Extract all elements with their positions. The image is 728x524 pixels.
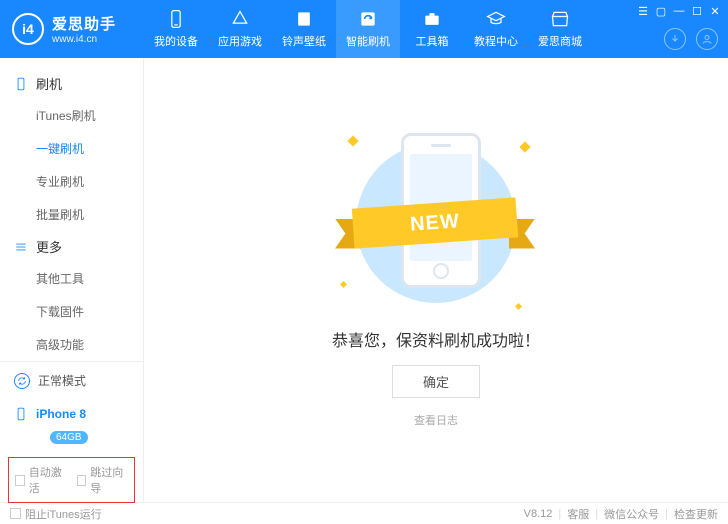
sidebar-item-oneclick[interactable]: 一键刷机 xyxy=(0,132,143,165)
nav-flash[interactable]: 智能刷机 xyxy=(336,0,400,58)
success-message: 恭喜您，保资料刷机成功啦！ xyxy=(332,327,540,351)
checkbox-icon xyxy=(77,475,87,486)
nav-device[interactable]: 我的设备 xyxy=(144,0,208,58)
success-illustration: NEW xyxy=(331,133,541,313)
version-label: V8.12 xyxy=(524,508,553,520)
checkbox-block-itunes[interactable]: 阻止iTunes运行 xyxy=(10,506,102,522)
sidebar-group-flash: 刷机 xyxy=(0,68,143,99)
logo-url: www.i4.cn xyxy=(52,34,116,45)
phone-icon xyxy=(14,77,28,91)
nav-ringtone[interactable]: 铃声壁纸 xyxy=(272,0,336,58)
nav-label: 教程中心 xyxy=(474,33,518,49)
sidebar-item-pro[interactable]: 专业刷机 xyxy=(0,165,143,198)
header-aux xyxy=(664,28,718,50)
main-panel: NEW 恭喜您，保资料刷机成功啦！ 确定 查看日志 xyxy=(144,58,728,502)
support-link[interactable]: 客服 xyxy=(567,506,589,522)
sidebar-item-firmware[interactable]: 下载固件 xyxy=(0,295,143,328)
minimize-icon[interactable]: — xyxy=(672,4,686,18)
logo-mark: i4 xyxy=(12,13,44,45)
skin-icon[interactable]: ▢ xyxy=(654,4,668,18)
device-name: iPhone 8 xyxy=(36,407,86,421)
nav-apps[interactable]: 应用游戏 xyxy=(208,0,272,58)
app-header: i4 爱思助手 www.i4.cn 我的设备 应用游戏 铃声壁纸 智能刷机 工具… xyxy=(0,0,728,58)
sidebar-item-itunes[interactable]: iTunes刷机 xyxy=(0,99,143,132)
device-row[interactable]: iPhone 8 xyxy=(0,399,143,429)
nav-toolbox[interactable]: 工具箱 xyxy=(400,0,464,58)
close-icon[interactable]: ✕ xyxy=(708,4,722,18)
menu-icon[interactable]: ☰ xyxy=(636,4,650,18)
download-icon[interactable] xyxy=(664,28,686,50)
sidebar-item-batch[interactable]: 批量刷机 xyxy=(0,198,143,231)
update-link[interactable]: 检查更新 xyxy=(674,506,718,522)
nav-label: 爱思商城 xyxy=(538,33,582,49)
nav-label: 铃声壁纸 xyxy=(282,33,326,49)
sidebar-group-more: 更多 xyxy=(0,231,143,262)
nav-label: 我的设备 xyxy=(154,33,198,49)
sidebar-item-tools[interactable]: 其他工具 xyxy=(0,262,143,295)
sidebar-item-advanced[interactable]: 高级功能 xyxy=(0,328,143,361)
nav-label: 应用游戏 xyxy=(218,33,262,49)
checkbox-icon xyxy=(15,475,25,486)
nav-label: 智能刷机 xyxy=(346,33,390,49)
toolbox-icon xyxy=(422,9,442,29)
status-bar: 阻止iTunes运行 V8.12 | 客服 | 微信公众号 | 检查更新 xyxy=(0,502,728,524)
highlighted-options: 自动激活 跳过向导 xyxy=(8,457,135,503)
maximize-icon[interactable]: ☐ xyxy=(690,4,704,18)
sidebar-group-title: 更多 xyxy=(36,237,62,256)
checkbox-auto-activate[interactable]: 自动激活 xyxy=(15,464,67,496)
device-mode-label: 正常模式 xyxy=(38,372,86,389)
sidebar: 刷机 iTunes刷机 一键刷机 专业刷机 批量刷机 更多 其他工具 下载固件 … xyxy=(0,58,144,502)
view-log-link[interactable]: 查看日志 xyxy=(414,412,458,428)
flash-icon xyxy=(358,9,378,29)
ribbon-text: NEW xyxy=(352,197,518,248)
apps-icon xyxy=(230,9,250,29)
wechat-link[interactable]: 微信公众号 xyxy=(604,506,659,522)
logo-name: 爱思助手 xyxy=(52,13,116,34)
device-mode-row[interactable]: 正常模式 xyxy=(0,361,143,399)
nav-tutorial[interactable]: 教程中心 xyxy=(464,0,528,58)
checkbox-icon xyxy=(10,508,21,519)
user-icon[interactable] xyxy=(696,28,718,50)
tutorial-icon xyxy=(486,9,506,29)
ok-button[interactable]: 确定 xyxy=(392,365,480,398)
more-icon xyxy=(14,240,28,254)
store-icon xyxy=(550,9,570,29)
ringtone-icon xyxy=(294,9,314,29)
top-nav: 我的设备 应用游戏 铃声壁纸 智能刷机 工具箱 教程中心 爱思商城 xyxy=(144,0,592,58)
nav-label: 工具箱 xyxy=(416,33,449,49)
device-storage-badge: 64GB xyxy=(50,431,88,444)
sidebar-group-title: 刷机 xyxy=(36,74,62,93)
phone-icon xyxy=(166,9,186,29)
checkbox-label: 跳过向导 xyxy=(90,464,128,496)
logo: i4 爱思助手 www.i4.cn xyxy=(0,13,144,45)
refresh-icon xyxy=(14,373,30,389)
nav-store[interactable]: 爱思商城 xyxy=(528,0,592,58)
checkbox-label: 阻止iTunes运行 xyxy=(25,506,102,522)
window-controls: ☰ ▢ — ☐ ✕ xyxy=(636,4,722,18)
phone-icon xyxy=(14,407,28,421)
checkbox-label: 自动激活 xyxy=(29,464,67,496)
checkbox-skip-guide[interactable]: 跳过向导 xyxy=(77,464,129,496)
